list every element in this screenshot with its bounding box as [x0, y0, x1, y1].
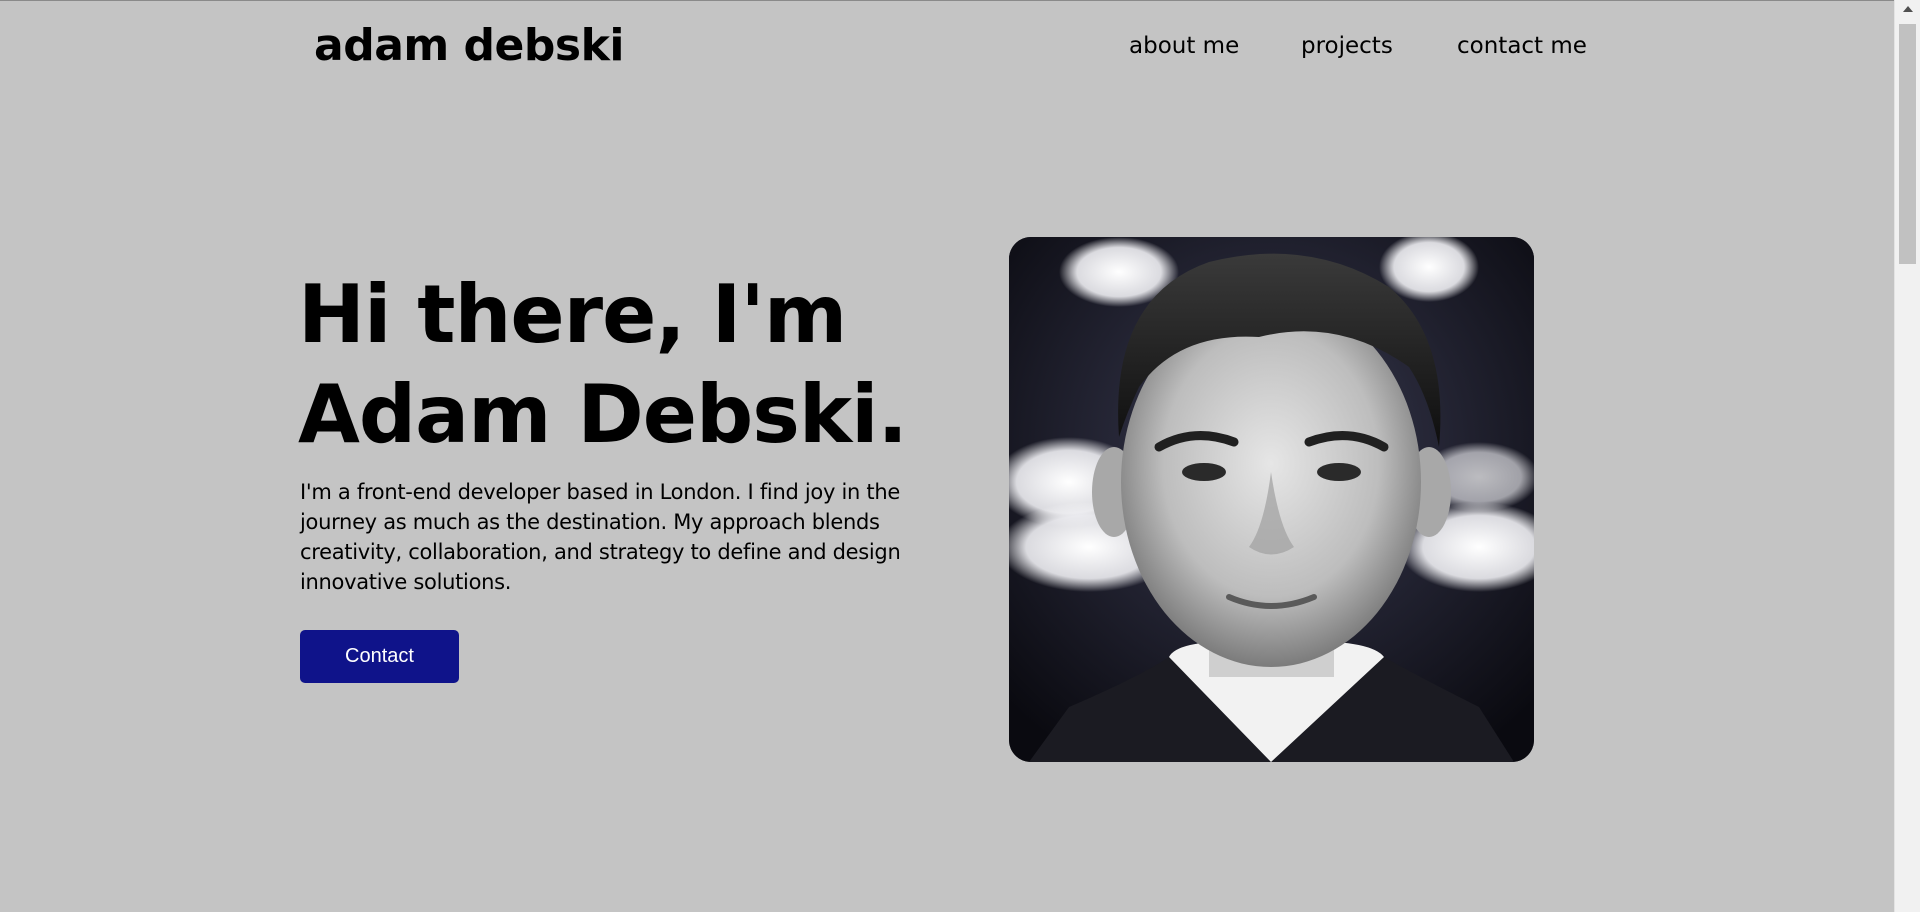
site-logo[interactable]: adam debski: [314, 20, 624, 72]
scroll-up-arrow-icon[interactable]: [1903, 6, 1913, 12]
nav-link-projects[interactable]: projects: [1301, 30, 1393, 62]
contact-button[interactable]: Contact: [300, 630, 459, 683]
portrait-photo: [1009, 237, 1534, 762]
page: adam debski about me projects contact me…: [0, 0, 1894, 912]
vertical-scrollbar[interactable]: [1894, 0, 1920, 912]
hero-title-line-1: Hi there, I'm: [298, 268, 847, 361]
scrollbar-thumb[interactable]: [1899, 24, 1916, 264]
nav-link-about[interactable]: about me: [1129, 30, 1239, 62]
hero-title-line-2: Adam Debski.: [298, 368, 908, 461]
hero-description: I'm a front-end developer based in Londo…: [300, 480, 901, 594]
hero-section: Hi there, I'm Adam Debski. I'm a front-e…: [298, 265, 958, 597]
hero-title: Hi there, I'm Adam Debski.: [298, 265, 958, 465]
nav-link-contact[interactable]: contact me: [1457, 30, 1587, 62]
site-header: adam debski about me projects contact me: [0, 0, 1894, 90]
